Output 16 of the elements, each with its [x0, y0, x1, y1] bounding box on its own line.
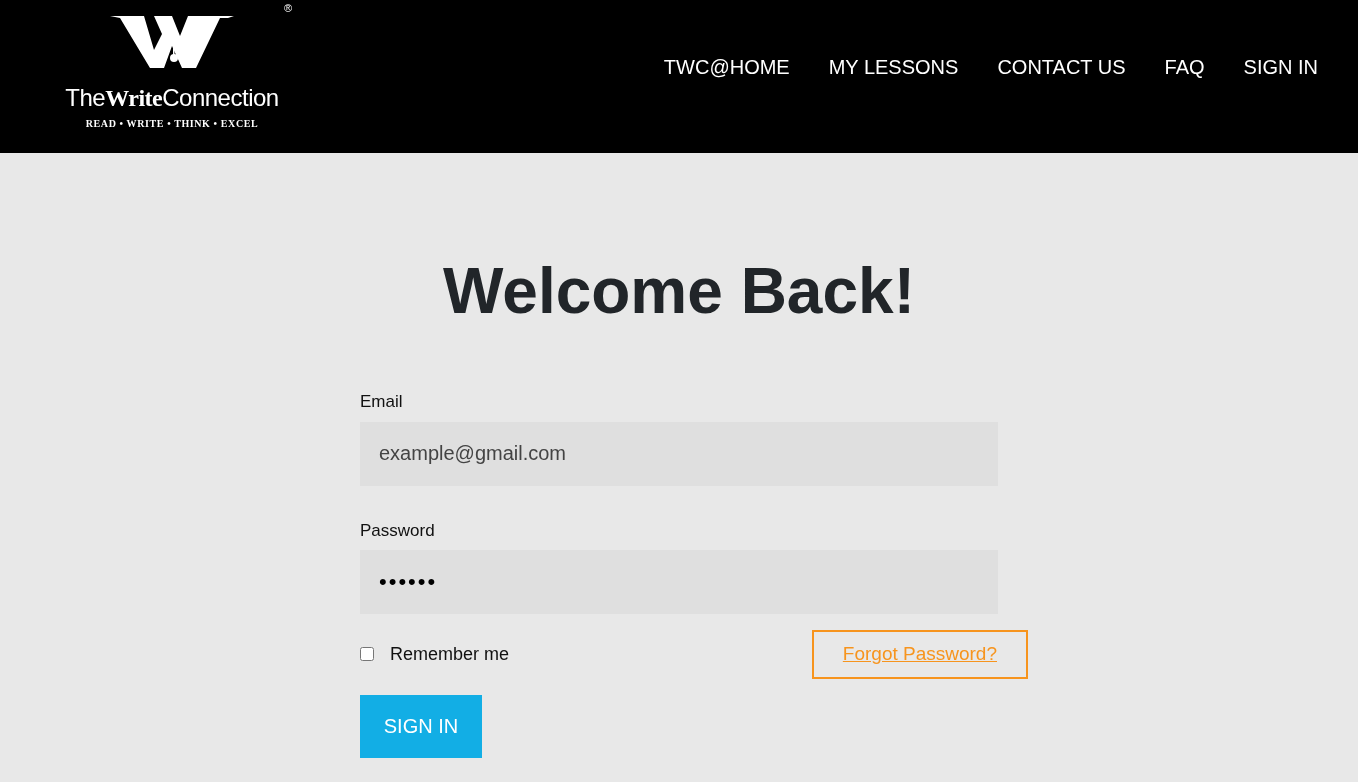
- nav-link[interactable]: SIGN IN: [1243, 52, 1318, 82]
- field-label: Email: [360, 391, 404, 413]
- remember-checkbox[interactable]: [360, 647, 374, 662]
- field-label: Password: [360, 519, 436, 542]
- nav-link[interactable]: CONTACT US: [997, 52, 1126, 82]
- logo-wordmark: TheWriteConnection: [65, 86, 279, 110]
- page-heading: Welcome Back!: [442, 259, 916, 323]
- logo-tagline: READ • WRITE • THINK • EXCEL: [85, 117, 259, 131]
- registered-mark: ®: [283, 1, 292, 16]
- nav-link[interactable]: MY LESSONS: [828, 52, 959, 82]
- email-field[interactable]: example@gmail.com: [360, 421, 998, 486]
- remember-label: Remember me: [390, 642, 510, 666]
- nav-link[interactable]: FAQ: [1164, 52, 1205, 82]
- password-field[interactable]: ••••••: [360, 550, 998, 614]
- nav-link[interactable]: TWC@HOME: [663, 52, 790, 82]
- logo-icon: [110, 14, 234, 70]
